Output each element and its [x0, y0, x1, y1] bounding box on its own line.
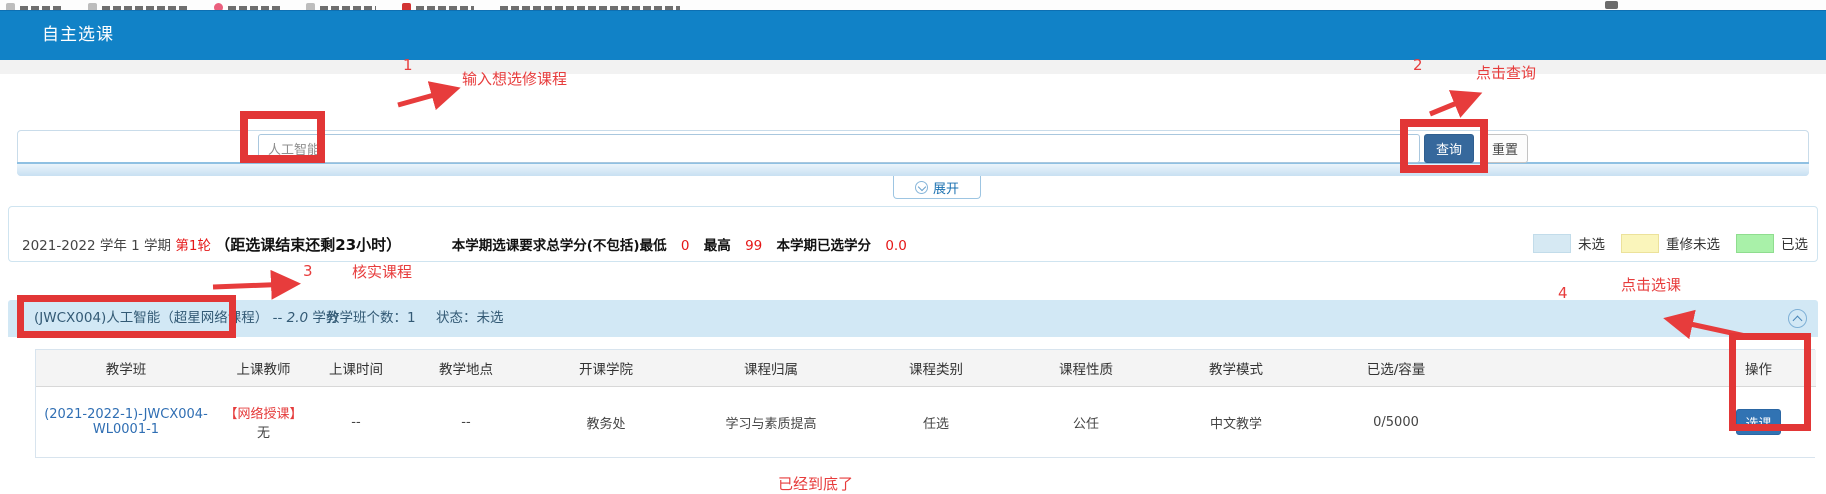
page-header: 自主选课: [0, 10, 1826, 60]
arrow-step1: [398, 90, 452, 105]
collections-icon[interactable]: [1605, 1, 1618, 9]
bookmark-item[interactable]: [88, 3, 188, 10]
class-table: 教学班 上课教师 上课时间 教学地点 开课学院 课程归属 课程类别 课程性质 教…: [35, 349, 1815, 458]
arrow-step2: [1430, 96, 1474, 114]
chevron-down-icon: [915, 181, 928, 194]
college-cell: 教务处: [531, 387, 681, 458]
credit-max-label: 最高: [704, 238, 731, 254]
annotation-step4-label: 点击选课: [1621, 274, 1681, 295]
class-code-cell: (2021-2022-1)-JWCX004-WL0001-1: [36, 387, 216, 458]
retake-swatch: [1621, 234, 1659, 253]
col-class: 教学班: [36, 350, 216, 387]
course-credits: 2.0: [287, 310, 308, 326]
credit-max-value: 99: [745, 238, 762, 254]
col-spacer: [1481, 350, 1701, 387]
arrow-step3: [213, 284, 292, 287]
query-button[interactable]: 查询: [1424, 134, 1474, 163]
reset-button[interactable]: 重置: [1482, 134, 1528, 163]
annotation-step3-number: 3: [303, 262, 313, 280]
panel-footer-bar: [17, 162, 1809, 176]
semester-info: 2021-2022 学年 1 学期 第1轮 （距选课结束还剩23小时） 本学期选…: [22, 234, 907, 255]
folder-icon: [88, 3, 97, 10]
nature-cell: 公任: [1011, 387, 1161, 458]
course-title: (JWCX004)人工智能（超星网络课程） -- 2.0 学分: [34, 300, 339, 337]
annotation-step3-label: 核实课程: [352, 261, 412, 282]
credit-rule-label: 本学期选课要求总学分(不包括)最低: [452, 238, 667, 254]
legend-item-selected: 已选: [1736, 233, 1808, 253]
teacher-name: 无: [217, 422, 310, 441]
course-search-input[interactable]: [258, 134, 1420, 163]
bookmark-item[interactable]: [6, 3, 62, 10]
bookmarks-strip: [0, 0, 1826, 10]
col-capacity: 已选/容量: [1311, 350, 1481, 387]
red-dot-icon: [214, 3, 223, 10]
toolbar-strip: [0, 60, 1826, 74]
col-place: 教学地点: [401, 350, 531, 387]
teacher-cell: 【网络授课】 无: [216, 387, 311, 458]
col-mode: 教学模式: [1161, 350, 1311, 387]
place-cell: --: [401, 387, 531, 458]
term-label: 2021-2022 学年 1 学期: [22, 238, 171, 254]
course-header-band[interactable]: (JWCX004)人工智能（超星网络课程） -- 2.0 学分 教学班个数：1 …: [8, 300, 1818, 337]
col-college: 开课学院: [531, 350, 681, 387]
expand-toggle[interactable]: 展开: [893, 176, 981, 199]
bookmark-item[interactable]: [402, 3, 474, 10]
folder-icon: [306, 3, 315, 10]
time-cell: --: [311, 387, 401, 458]
belong-cell: 学习与素质提高: [681, 387, 861, 458]
credit-min-value: 0: [681, 238, 690, 254]
collapse-icon[interactable]: [1788, 309, 1807, 328]
table-row: (2021-2022-1)-JWCX004-WL0001-1 【网络授课】 无 …: [36, 387, 1816, 458]
mode-cell: 中文教学: [1161, 387, 1311, 458]
course-status-label: 状态：未选: [436, 300, 504, 337]
table-header-row: 教学班 上课教师 上课时间 教学地点 开课学院 课程归属 课程类别 课程性质 教…: [36, 350, 1816, 387]
category-cell: 任选: [861, 387, 1011, 458]
legend-item-unselected: 未选: [1533, 233, 1605, 253]
status-legend: 未选 重修未选 已选: [1533, 233, 1808, 253]
deadline-note: （距选课结束还剩23小时）: [215, 236, 401, 254]
col-action: 操作: [1701, 350, 1816, 387]
class-count-label: 教学班个数：1: [326, 300, 416, 337]
legend-item-retake: 重修未选: [1621, 233, 1720, 253]
bookmark-item[interactable]: [306, 3, 376, 10]
col-time: 上课时间: [311, 350, 401, 387]
page-icon: [6, 3, 15, 10]
teaching-mode-tag: 【网络授课】: [217, 403, 310, 422]
red-badge-icon: [402, 3, 411, 10]
class-code-link[interactable]: (2021-2022-1)-JWCX004-WL0001-1: [44, 407, 208, 437]
select-course-button[interactable]: 选课: [1736, 409, 1781, 435]
end-of-list-note: 已经到底了: [778, 473, 853, 494]
bookmark-item[interactable]: [214, 3, 280, 10]
capacity-cell: 0/5000: [1311, 387, 1481, 458]
selected-credits-value: 0.0: [885, 238, 906, 254]
col-belong: 课程归属: [681, 350, 861, 387]
col-teacher: 上课教师: [216, 350, 311, 387]
unselected-swatch: [1533, 234, 1571, 253]
expand-label: 展开: [933, 178, 959, 197]
action-cell: 选课: [1701, 387, 1816, 458]
spacer-cell: [1481, 387, 1701, 458]
col-category: 课程类别: [861, 350, 1011, 387]
col-nature: 课程性质: [1011, 350, 1161, 387]
selected-swatch: [1736, 234, 1774, 253]
round-label: 第1轮: [175, 238, 211, 254]
page-title: 自主选课: [42, 11, 114, 60]
selected-credits-label: 本学期已选学分: [777, 238, 872, 254]
